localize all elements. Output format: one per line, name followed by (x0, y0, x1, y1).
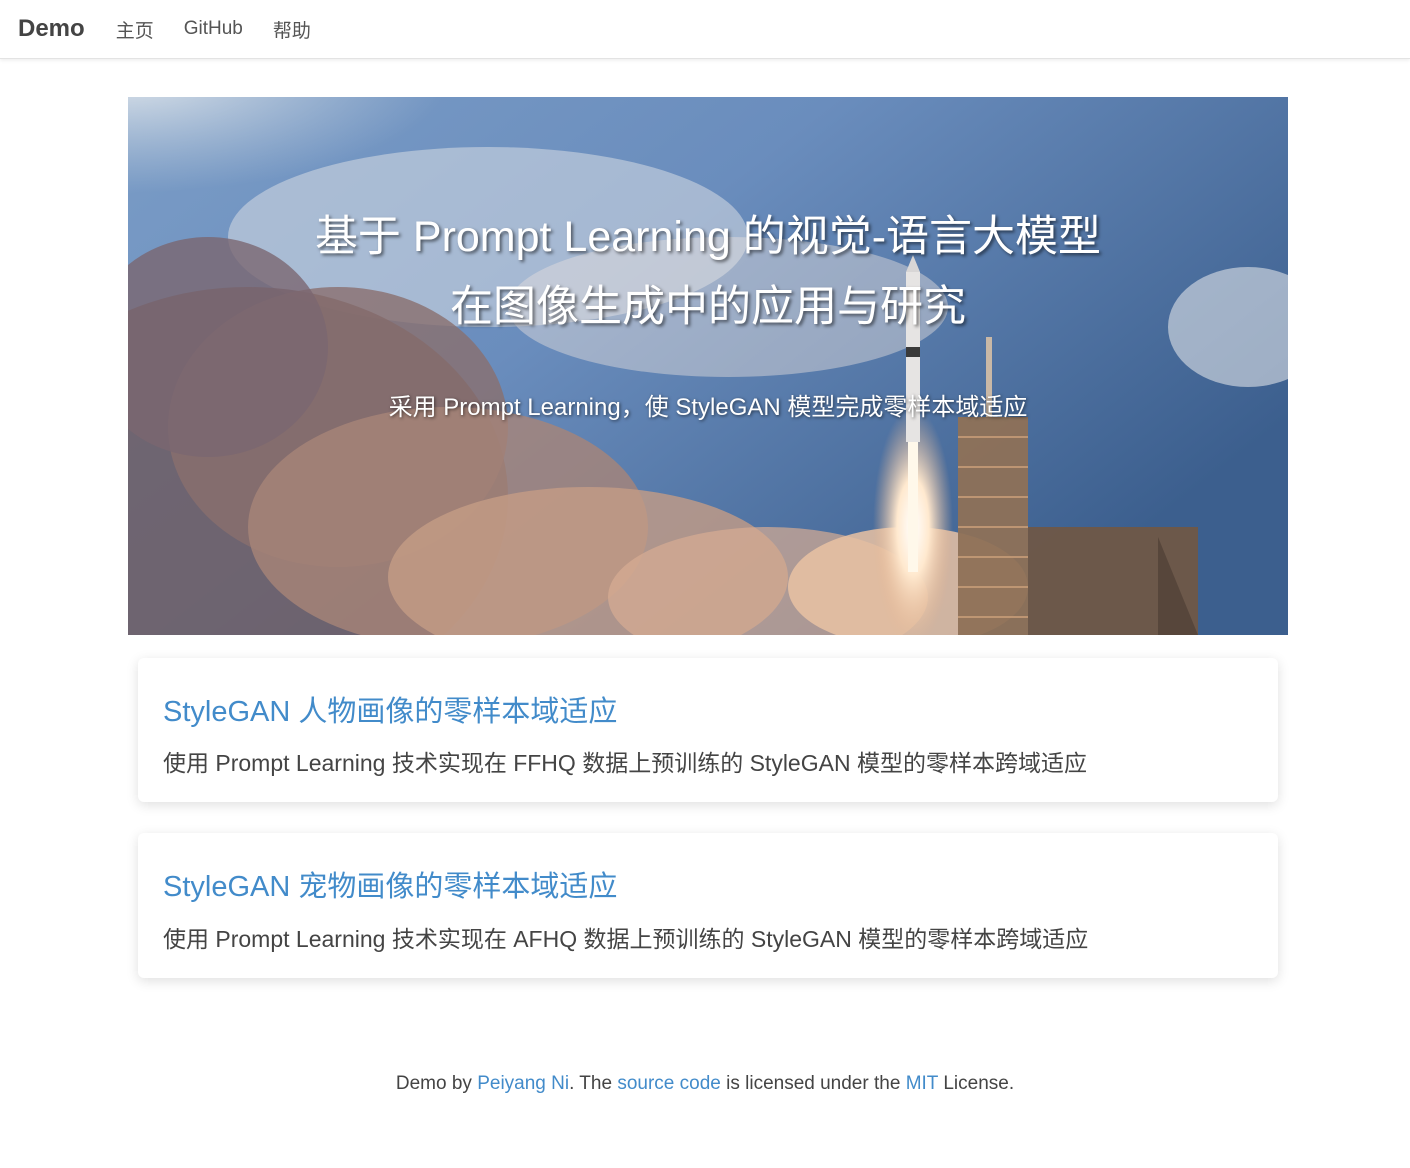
footer-text-middle1: . The (569, 1073, 618, 1094)
footer-author-link[interactable]: Peiyang Ni (477, 1073, 569, 1094)
demo-card-portrait[interactable]: StyleGAN 人物画像的零样本域适应 使用 Prompt Learning … (138, 658, 1278, 802)
hero-rocket-launch-image (128, 97, 1288, 635)
footer-text-suffix: License. (938, 1073, 1015, 1094)
nav-item-help[interactable]: 帮助 (273, 16, 311, 43)
demo-card-pet[interactable]: StyleGAN 宠物画像的零样本域适应 使用 Prompt Learning … (138, 833, 1278, 978)
navbar-brand[interactable]: Demo (18, 15, 85, 43)
footer-text-prefix: Demo by (395, 1073, 478, 1094)
top-navbar: Demo 主页 GitHub 帮助 (0, 0, 1410, 59)
hero-subtitle: 采用 Prompt Learning，使 StyleGAN 模型完成零样本域适应 (388, 394, 1028, 421)
hero-banner: 基于 Prompt Learning 的视觉-语言大模型 在图像生成中的应用与研… (128, 97, 1288, 635)
nav-item-github[interactable]: GitHub (184, 18, 243, 40)
footer-text-middle2: is licensed under the (720, 1073, 906, 1094)
nav-item-home[interactable]: 主页 (116, 16, 154, 43)
card-title-link[interactable]: StyleGAN 宠物画像的零样本域适应 (163, 863, 617, 905)
hero-title-line1: 基于 Prompt Learning 的视觉-语言大模型 (314, 213, 1102, 261)
card-description: 使用 Prompt Learning 技术实现在 FFHQ 数据上预训练的 St… (163, 750, 1087, 776)
footer-license-link[interactable]: MIT (906, 1073, 938, 1094)
footer-source-link[interactable]: source code (617, 1073, 721, 1094)
card-title-link[interactable]: StyleGAN 人物画像的零样本域适应 (163, 688, 617, 730)
footer: Demo by Peiyang Ni. The source code is l… (0, 1073, 1410, 1095)
hero-title-line2: 在图像生成中的应用与研究 (450, 283, 966, 331)
card-description: 使用 Prompt Learning 技术实现在 AFHQ 数据上预训练的 St… (163, 926, 1089, 952)
hero-title: 基于 Prompt Learning 的视觉-语言大模型 在图像生成中的应用与研… (128, 202, 1288, 342)
